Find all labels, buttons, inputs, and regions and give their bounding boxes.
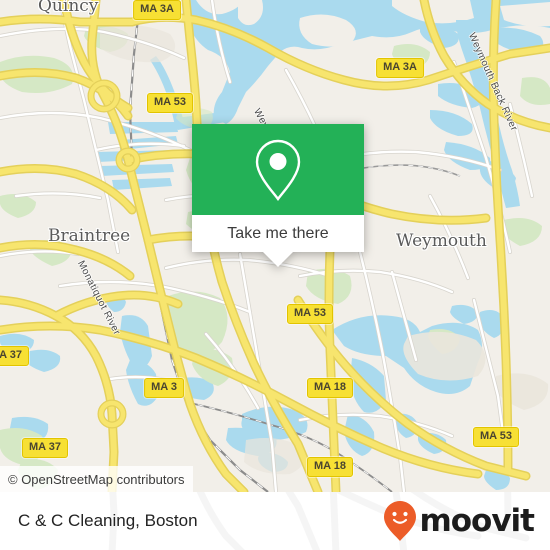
callout-action-label: Take me there	[227, 224, 329, 242]
moovit-smiley-pin-icon	[384, 501, 417, 541]
route-shield-ma-3a[interactable]: MA 3A	[376, 58, 424, 78]
osm-attribution-text: © OpenStreetMap contributors	[8, 471, 185, 487]
callout-header	[192, 124, 364, 215]
route-shield-ma-3[interactable]: MA 3	[144, 378, 184, 398]
route-shield-ma-18[interactable]: MA 18	[307, 378, 353, 398]
route-shield-ma-18[interactable]: MA 18	[307, 457, 353, 477]
moovit-brand[interactable]: moovit	[383, 500, 535, 542]
map-pin-icon	[255, 139, 301, 201]
footer-bar: C & C Cleaning, Boston moovit	[0, 492, 550, 550]
moovit-wordmark: moovit	[419, 502, 535, 539]
route-shield-ma-53[interactable]: MA 53	[287, 304, 333, 324]
route-shield-ma-53[interactable]: MA 53	[473, 427, 519, 447]
route-shield-ma-53[interactable]: MA 53	[147, 93, 193, 113]
route-shield-ma-37[interactable]: MA 37	[22, 438, 68, 458]
callout-action[interactable]: Take me there	[192, 215, 364, 252]
map-popup-callout[interactable]: Take me there	[192, 124, 364, 267]
route-shield-ma-37[interactable]: MA 37	[0, 346, 29, 366]
poi-title: C & C Cleaning, Boston	[18, 511, 198, 530]
route-shield-ma-3a[interactable]: MA 3A	[133, 0, 181, 20]
callout-pointer-tail	[263, 252, 293, 267]
osm-attribution[interactable]: © OpenStreetMap contributors	[0, 466, 193, 492]
map-screenshot: Quincy Braintree Weymouth Wey Weymouth B…	[0, 0, 550, 550]
